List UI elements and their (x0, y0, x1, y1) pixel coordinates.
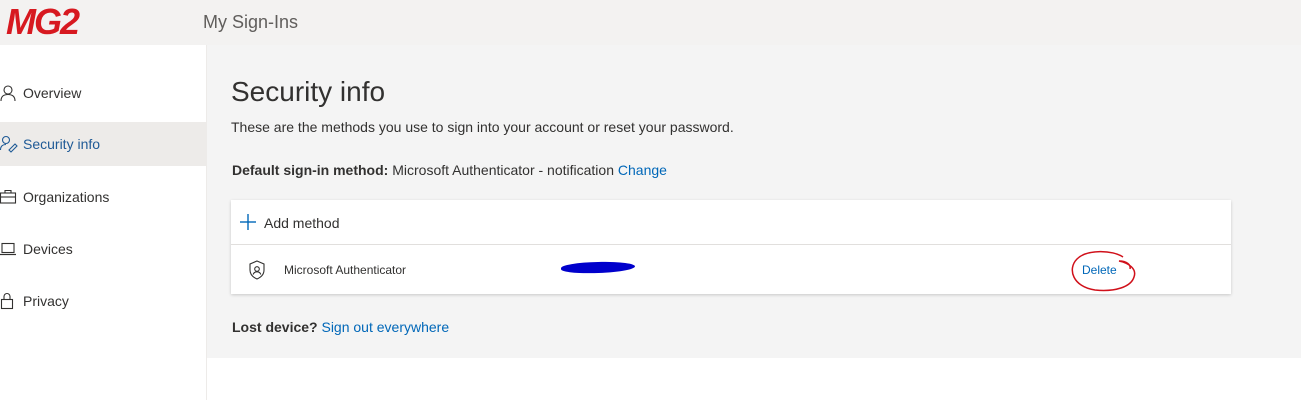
sidebar-item-devices[interactable]: Devices (0, 227, 206, 271)
default-method-value: Microsoft Authenticator - notification (392, 162, 614, 178)
method-name: Microsoft Authenticator (284, 263, 407, 277)
sign-out-everywhere-link[interactable]: Sign out everywhere (321, 319, 449, 335)
person-icon (0, 85, 16, 102)
sidebar-item-overview[interactable]: Overview (0, 71, 206, 115)
method-row: Microsoft Authenticator Delete (231, 245, 1231, 294)
lost-device-line: Lost device? Sign out everywhere (232, 318, 449, 336)
sidebar-item-label: Organizations (23, 189, 110, 205)
sidebar-item-security-info[interactable]: Security info (0, 122, 206, 166)
page-description: These are the methods you use to sign in… (231, 119, 734, 135)
mg2-logo[interactable]: MG2 (6, 2, 80, 42)
sidebar-item-label: Security info (23, 136, 101, 152)
annotation-circle (1071, 250, 1136, 292)
sidebar-item-privacy[interactable]: Privacy (0, 279, 206, 323)
methods-card: Add method Microsoft Authenticator Delet… (231, 200, 1231, 294)
sidebar-item-label: Devices (23, 241, 73, 257)
sidebar: Overview Security info Organizations Dev… (0, 45, 207, 400)
top-bar: MG2 My Sign-Ins (0, 0, 1301, 45)
lock-icon (0, 293, 14, 310)
lost-device-label: Lost device? (232, 319, 318, 335)
sidebar-item-organizations[interactable]: Organizations (0, 175, 206, 219)
app-title: My Sign-Ins (203, 12, 299, 32)
change-default-method-link[interactable]: Change (618, 162, 667, 178)
redaction-scribble (560, 261, 636, 274)
default-method-label: Default sign-in method: (232, 162, 389, 178)
key-person-icon (0, 135, 18, 153)
main-content: Security info These are the methods you … (207, 45, 1301, 358)
default-sign-in-method: Default sign-in method: Microsoft Authen… (232, 161, 667, 179)
laptop-icon (0, 242, 16, 256)
sidebar-item-label: Overview (23, 85, 82, 101)
briefcase-icon (0, 189, 17, 204)
authenticator-icon (249, 260, 265, 280)
page-title: Security info (231, 76, 386, 107)
add-method-label: Add method (264, 215, 340, 231)
add-method-button[interactable]: Add method (231, 200, 1231, 245)
sidebar-item-label: Privacy (23, 293, 69, 309)
plus-icon (240, 214, 256, 230)
